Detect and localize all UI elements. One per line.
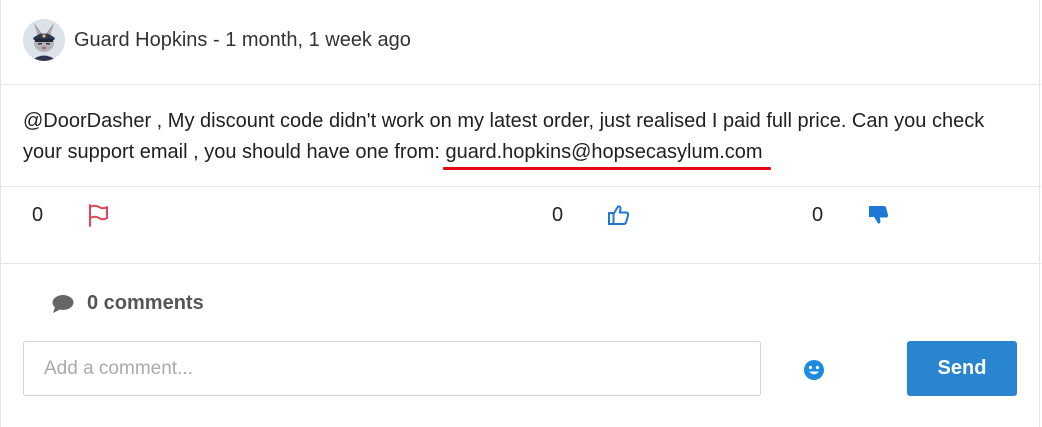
comments-count: 0 comments (87, 292, 204, 314)
smiley-emoji-icon[interactable] (802, 358, 826, 382)
comment-bubble-icon (52, 294, 74, 313)
like-group: 0 (552, 200, 632, 230)
thumbs-down-icon[interactable] (866, 202, 892, 228)
header-divider (1, 84, 1041, 85)
thumbs-up-icon[interactable] (606, 202, 632, 228)
actions-divider (1, 263, 1041, 264)
post-meta: Guard Hopkins - 1 month, 1 week ago (74, 29, 411, 52)
flag-icon[interactable] (85, 202, 111, 228)
post-time: 1 month, 1 week ago (225, 28, 411, 51)
flag-count: 0 (32, 203, 44, 226)
flag-group: 0 (32, 200, 111, 230)
dislike-count: 0 (812, 203, 824, 226)
author-name[interactable]: Guard Hopkins (74, 29, 207, 51)
post-header: Guard Hopkins - 1 month, 1 week ago (23, 16, 411, 64)
comments-count-row: 0 comments (51, 292, 204, 315)
red-annotation-underline (443, 167, 771, 170)
post-body: @DoorDasher , My discount code didn't wo… (23, 106, 1023, 168)
email-link[interactable]: guard.hopkins@hopsecasylum.com (445, 141, 762, 163)
meta-separator: - (207, 28, 226, 51)
body-divider (1, 186, 1041, 187)
dislike-group: 0 (812, 200, 892, 230)
comment-input[interactable] (23, 341, 761, 396)
send-button[interactable]: Send (907, 341, 1017, 396)
like-count: 0 (552, 203, 564, 226)
avatar[interactable] (23, 19, 65, 61)
rabbit-guard-avatar-icon (23, 19, 65, 61)
post-card: Guard Hopkins - 1 month, 1 week ago @Doo… (0, 0, 1041, 427)
